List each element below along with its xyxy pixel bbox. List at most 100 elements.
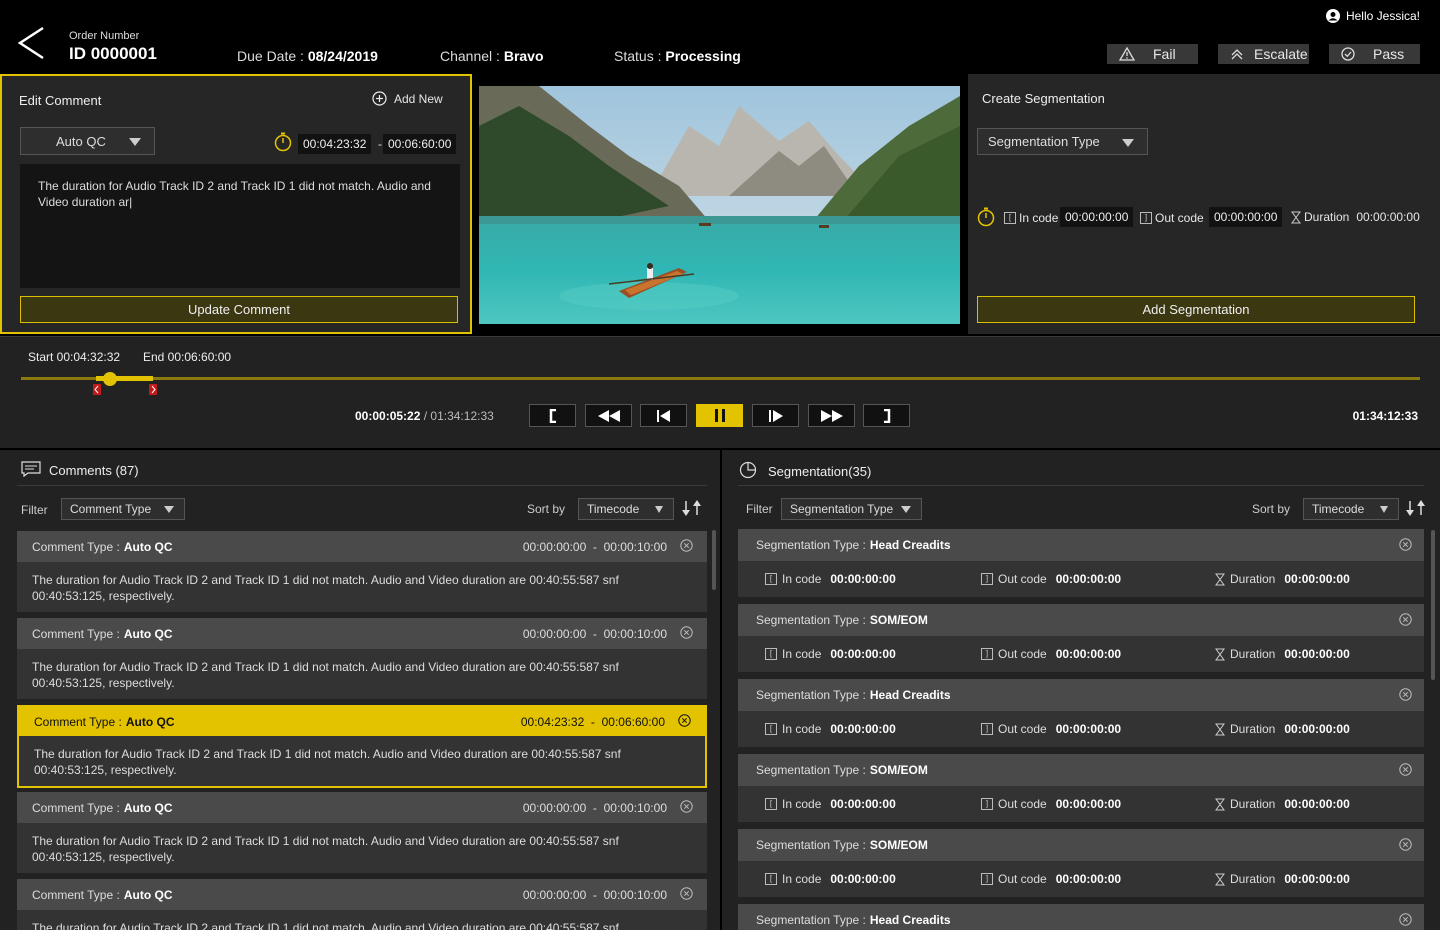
close-circle-icon[interactable] — [1399, 538, 1412, 551]
due-date-label: Due Date : — [237, 48, 304, 64]
segmentation-type-dropdown[interactable]: Segmentation Type — [977, 128, 1148, 155]
comment-timecodes: 00:04:23:32 - 00:06:60:00 — [520, 715, 665, 729]
comment-card-header: Comment Type : Auto QC 00:04:23:32 - 00:… — [19, 707, 705, 736]
close-circle-icon[interactable] — [1399, 838, 1412, 851]
chevron-down-icon — [164, 506, 174, 513]
comment-type-prefix: Comment Type : — [32, 800, 120, 815]
end-timecode-input[interactable]: 00:06:60:00 — [383, 134, 457, 154]
in-bracket-icon: [ — [765, 723, 777, 735]
segmentation-card-header: Segmentation Type : Head Creadits — [738, 529, 1424, 561]
comment-card-selected[interactable]: Comment Type : Auto QC 00:04:23:32 - 00:… — [17, 705, 707, 788]
in-bracket-icon: [ — [765, 798, 777, 810]
timeline-panel: Start 00:04:32:32 End 00:06:60:00 00:00:… — [0, 336, 1440, 448]
out-code-label: Out code — [1155, 211, 1204, 225]
comment-text: The duration for Audio Track ID 2 and Tr… — [32, 921, 619, 930]
comment-type-prefix: Comment Type : — [32, 539, 120, 554]
status: Status : Processing — [614, 48, 741, 64]
fast-forward-button[interactable] — [808, 404, 855, 427]
comments-scrollbar[interactable] — [712, 530, 716, 590]
pause-button[interactable] — [696, 404, 743, 427]
segmentation-card-header: Segmentation Type : Head Creadits — [738, 679, 1424, 711]
out-code-field: ] Out code 00:00:00:00 — [981, 722, 1121, 736]
add-segmentation-button[interactable]: Add Segmentation — [977, 296, 1415, 323]
comment-card-header: Comment Type : Auto QC 00:00:00:00 - 00:… — [17, 618, 707, 649]
status-value: Processing — [665, 48, 741, 64]
close-circle-icon[interactable] — [680, 626, 693, 639]
mark-out-button[interactable] — [863, 404, 910, 427]
user-greeting[interactable]: Hello Jessica! — [1325, 9, 1420, 23]
in-code-label: In code — [1019, 211, 1059, 225]
hourglass-icon — [1215, 798, 1225, 811]
comment-card[interactable]: Comment Type : Auto QC 00:00:00:00 - 00:… — [17, 792, 707, 873]
segmentation-card[interactable]: Segmentation Type : Head Creadits — [738, 904, 1424, 930]
duration-field: Duration 00:00:00:00 — [1215, 797, 1350, 811]
segmentation-card[interactable]: Segmentation Type : SOM/EOM [In code 00:0… — [738, 829, 1424, 897]
in-code-field: [In code 00:00:00:00 — [765, 647, 896, 661]
back-arrow-icon[interactable] — [16, 26, 46, 60]
segmentation-type-prefix: Segmentation Type : — [756, 763, 866, 777]
comment-type-value: Auto QC — [123, 626, 173, 641]
comment-type-dropdown[interactable]: Auto QC — [20, 127, 155, 155]
in-bracket-icon: [ — [1004, 212, 1016, 224]
range-start-handle[interactable] — [93, 384, 101, 395]
close-circle-icon[interactable] — [1399, 613, 1412, 626]
duration-field: Duration 00:00:00:00 — [1215, 872, 1350, 886]
close-circle-icon[interactable] — [678, 714, 691, 727]
channel-value: Bravo — [503, 48, 544, 64]
segmentation-type-prefix: Segmentation Type : — [756, 838, 866, 852]
comments-sort-dropdown[interactable]: Timecode — [578, 498, 674, 520]
escalate-button[interactable]: Escalate — [1218, 44, 1309, 64]
close-circle-icon[interactable] — [680, 539, 693, 552]
step-back-button[interactable] — [640, 404, 687, 427]
update-comment-button[interactable]: Update Comment — [20, 296, 458, 323]
segmentation-card[interactable]: Segmentation Type : SOM/EOM [In code 00:0… — [738, 604, 1424, 672]
add-new-button[interactable]: Add New — [372, 91, 443, 106]
segmentation-card-body: [In code 00:00:00:00 ] Out code 00:00:00:00… — [738, 711, 1424, 747]
step-forward-button[interactable] — [752, 404, 799, 427]
comment-card-header: Comment Type : Auto QC 00:00:00:00 - 00:… — [17, 792, 707, 823]
sort-order-icon[interactable] — [680, 499, 704, 517]
mark-in-button[interactable] — [529, 404, 576, 427]
escalate-icon — [1230, 47, 1244, 61]
fail-button[interactable]: Fail — [1107, 44, 1198, 64]
timeline-track[interactable] — [21, 377, 1420, 380]
rewind-button[interactable] — [585, 404, 632, 427]
comment-card[interactable]: Comment Type : Auto QC 00:00:00:00 - 00:… — [17, 879, 707, 930]
video-preview[interactable] — [479, 86, 960, 324]
close-circle-icon[interactable] — [680, 887, 693, 900]
segmentation-scrollbar[interactable] — [1431, 530, 1435, 680]
create-segmentation-panel: Create Segmentation Segmentation Type [ … — [968, 74, 1440, 334]
sort-order-icon[interactable] — [1404, 499, 1428, 517]
bracket-open-icon — [548, 408, 558, 423]
out-code-input[interactable]: 00:00:00:00 — [1209, 207, 1283, 227]
segmentation-sort-dropdown[interactable]: Timecode — [1303, 498, 1399, 520]
in-code-input[interactable]: 00:00:00:00 — [1060, 207, 1134, 227]
out-bracket-icon: ] — [981, 873, 993, 885]
comment-textarea[interactable]: The duration for Audio Track ID 2 and Tr… — [20, 164, 460, 288]
segmentation-card[interactable]: Segmentation Type : Head Creadits [In co… — [738, 679, 1424, 747]
range-end-handle[interactable] — [149, 384, 157, 395]
comment-card[interactable]: Comment Type : Auto QC 00:00:00:00 - 00:… — [17, 531, 707, 612]
close-circle-icon[interactable] — [1399, 763, 1412, 776]
out-bracket-icon: ] — [981, 798, 993, 810]
duration-field: Duration 00:00:00:00 — [1215, 722, 1350, 736]
fail-label: Fail — [1153, 46, 1176, 62]
close-circle-icon[interactable] — [1399, 913, 1412, 926]
segmentation-card[interactable]: Segmentation Type : Head Creadits [In co… — [738, 529, 1424, 597]
chevron-down-icon — [129, 138, 141, 146]
start-timecode-input[interactable]: 00:04:23:32 — [298, 134, 372, 154]
close-circle-icon[interactable] — [680, 800, 693, 813]
comment-type-value: Auto QC — [56, 133, 106, 149]
comment-card[interactable]: Comment Type : Auto QC 00:00:00:00 - 00:… — [17, 618, 707, 699]
status-label: Status : — [614, 48, 662, 64]
out-bracket-icon: ] — [981, 648, 993, 660]
close-circle-icon[interactable] — [1399, 688, 1412, 701]
chevron-down-icon — [1122, 139, 1134, 147]
comment-type-filter[interactable]: Comment Type — [61, 498, 185, 520]
playhead-handle[interactable] — [103, 372, 117, 386]
order-id: ID 0000001 — [69, 44, 157, 63]
segmentation-card[interactable]: Segmentation Type : SOM/EOM [In code 00:0… — [738, 754, 1424, 822]
segmentation-type-filter[interactable]: Segmentation Type — [781, 498, 922, 520]
pass-button[interactable]: Pass — [1329, 44, 1420, 64]
range-start-label: Start 00:04:32:32 — [28, 350, 121, 364]
